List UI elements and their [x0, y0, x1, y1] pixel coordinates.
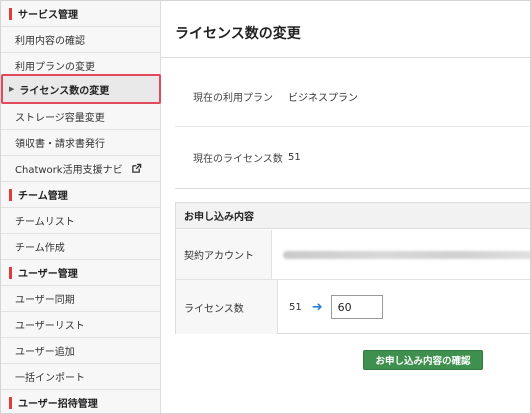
- sidebar-item-usage[interactable]: 利用内容の確認: [1, 27, 161, 53]
- sidebar-item-license-change[interactable]: ▶ ライセンス数の変更: [1, 74, 161, 104]
- sidebar-item-team-create[interactable]: チーム作成: [1, 234, 161, 260]
- sidebar-item-storage[interactable]: ストレージ容量変更: [1, 104, 161, 130]
- current-plan-label: 現在の利用プラン: [193, 93, 273, 104]
- license-count-label: ライセンス数: [176, 280, 278, 334]
- current-license-count: 51: [289, 301, 302, 313]
- current-license-label: 現在のライセンス数: [193, 153, 283, 165]
- sidebar-item-user-sync[interactable]: ユーザー同期: [1, 286, 161, 312]
- caret-right-icon: ▶: [9, 85, 15, 93]
- current-license-row: 現在のライセンス数 51: [175, 127, 530, 187]
- divider: [161, 57, 530, 58]
- current-license-value: 51: [288, 151, 301, 163]
- confirm-application-button[interactable]: お申し込み内容の確認: [363, 350, 483, 370]
- section-marker: [9, 7, 12, 20]
- sidebar-item-user-list[interactable]: ユーザーリスト: [1, 312, 161, 338]
- main-content: ライセンス数の変更 現在の利用プラン ビジネスプラン 現在のライセンス数 51 …: [161, 1, 530, 413]
- account-label: 契約アカウント: [176, 230, 272, 279]
- application-heading: お申し込み内容: [176, 203, 530, 229]
- page-title: ライセンス数の変更: [175, 26, 301, 42]
- sidebar-item-bulk-import[interactable]: 一括インポート: [1, 364, 161, 390]
- current-plan-value: ビジネスプラン: [288, 93, 358, 104]
- license-count-row: ライセンス数 51 ➜: [176, 280, 530, 334]
- sidebar-heading-service: サービス管理: [1, 1, 161, 27]
- section-marker: [9, 188, 12, 201]
- sidebar: サービス管理 利用内容の確認 利用プランの変更 ▶ ライセンス数の変更 ストレー…: [1, 1, 161, 413]
- sidebar-item-team-list[interactable]: チームリスト: [1, 208, 161, 234]
- section-marker: [9, 266, 12, 279]
- application-panel: お申し込み内容 契約アカウント ライセンス数 51 ➜: [175, 202, 530, 334]
- license-count-input[interactable]: [330, 295, 383, 319]
- sidebar-heading-user: ユーザー管理: [1, 260, 161, 286]
- app-window: サービス管理 利用内容の確認 利用プランの変更 ▶ ライセンス数の変更 ストレー…: [0, 0, 531, 414]
- external-link-icon: [131, 163, 141, 173]
- sidebar-item-receipt[interactable]: 領収書・請求書発行: [1, 130, 161, 156]
- section-marker: [9, 396, 12, 409]
- account-row: 契約アカウント: [176, 230, 530, 280]
- current-plan-row: 現在の利用プラン ビジネスプラン: [175, 67, 530, 127]
- sidebar-heading-invite: ユーザー招待管理: [1, 390, 161, 413]
- sidebar-heading-team: チーム管理: [1, 182, 161, 208]
- current-info-panel: 現在の利用プラン ビジネスプラン 現在のライセンス数 51: [175, 63, 530, 189]
- redacted-account-value: [283, 250, 530, 259]
- sidebar-item-user-add[interactable]: ユーザー追加: [1, 338, 161, 364]
- sidebar-item-support-navi[interactable]: Chatwork活用支援ナビ: [1, 156, 161, 182]
- arrow-right-icon: ➜: [311, 299, 323, 315]
